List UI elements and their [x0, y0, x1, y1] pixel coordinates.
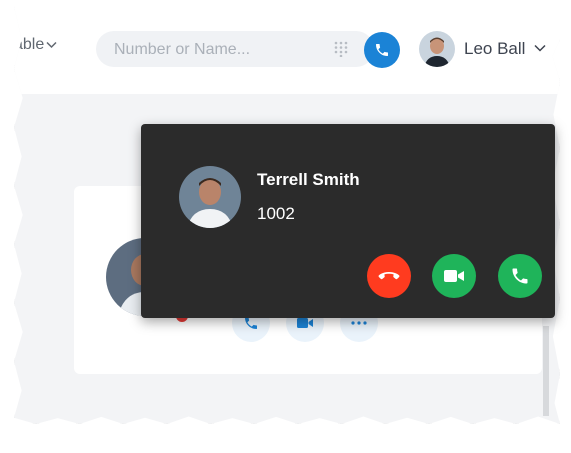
search-box[interactable]	[96, 31, 374, 69]
accept-call-button[interactable]	[498, 254, 542, 298]
more-icon	[351, 321, 367, 325]
dialpad-icon[interactable]	[334, 41, 348, 57]
user-avatar[interactable]	[419, 31, 455, 67]
user-avatar-image	[419, 31, 455, 67]
top-bar: able Leo Ball	[14, 6, 560, 94]
caller-number: 1002	[257, 204, 295, 223]
search-input[interactable]	[112, 31, 316, 69]
caller-avatar	[179, 166, 241, 228]
video-answer-button[interactable]	[432, 254, 476, 298]
hangup-icon	[378, 272, 400, 280]
status-label: able	[14, 36, 45, 53]
phone-icon	[376, 44, 388, 56]
call-button[interactable]	[364, 32, 400, 68]
caller-avatar-image	[179, 166, 241, 228]
status-selector[interactable]: able	[14, 36, 57, 54]
incoming-call-popup: Terrell Smith 1002	[141, 124, 555, 318]
user-name[interactable]: Leo Ball	[464, 39, 525, 59]
chevron-down-icon	[46, 41, 57, 49]
phone-icon	[512, 268, 528, 284]
caller-name: Terrell Smith	[257, 170, 360, 189]
decline-call-button[interactable]	[367, 254, 411, 298]
video-icon	[444, 270, 464, 282]
scrollbar[interactable]	[543, 326, 549, 416]
chevron-down-icon[interactable]	[534, 44, 546, 52]
video-icon	[297, 318, 313, 328]
